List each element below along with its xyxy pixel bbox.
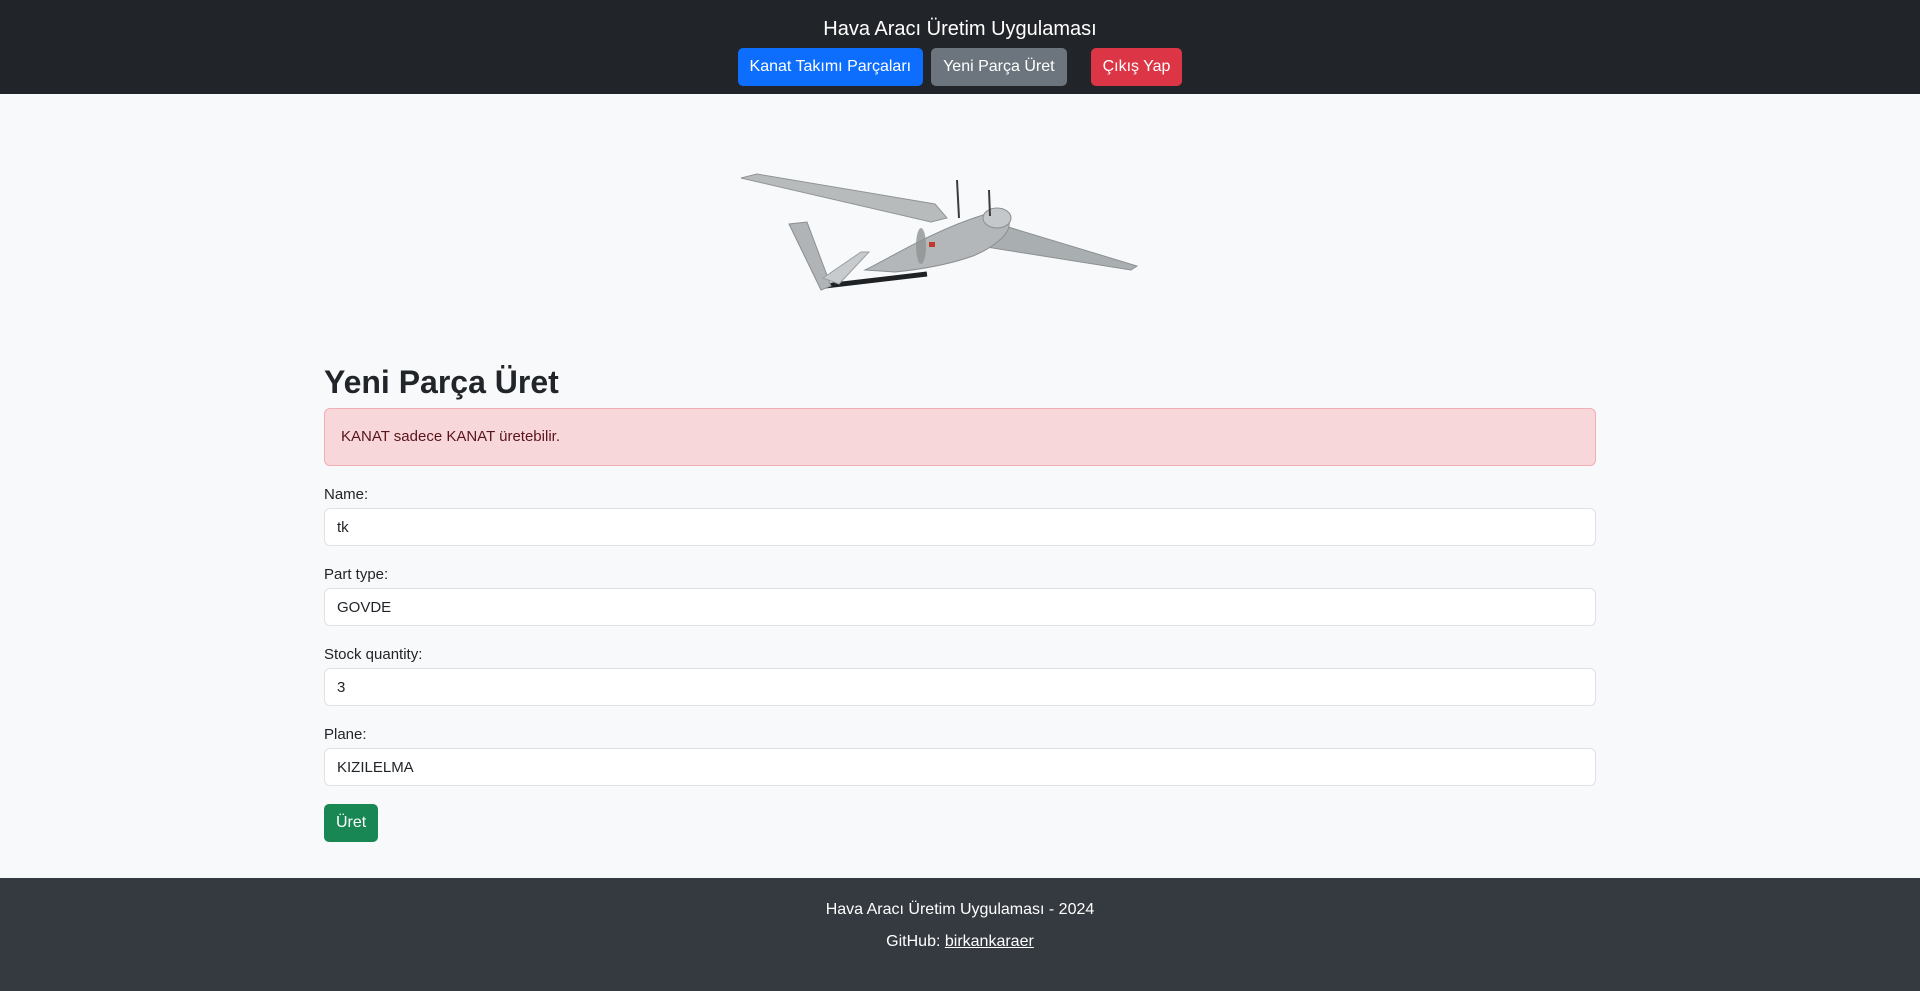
footer: Hava Aracı Üretim Uygulaması - 2024 GitH…	[0, 878, 1920, 991]
top-navbar: Hava Aracı Üretim Uygulaması Kanat Takım…	[0, 0, 1920, 94]
app-title: Hava Aracı Üretim Uygulaması	[823, 18, 1097, 40]
stock-quantity-field-group: Stock quantity:	[324, 646, 1596, 706]
new-part-button[interactable]: Yeni Parça Üret	[931, 48, 1067, 86]
parts-list-button[interactable]: Kanat Takımı Parçaları	[737, 48, 924, 86]
drone-image	[740, 173, 1139, 291]
submit-button[interactable]: Üret	[324, 804, 379, 842]
part-type-label: Part type:	[324, 566, 389, 583]
footer-copyright: Hava Aracı Üretim Uygulaması - 2024	[825, 901, 1095, 918]
plane-field-group: Plane:	[324, 726, 1596, 786]
logout-button[interactable]: Çıkış Yap	[1090, 48, 1183, 86]
name-label: Name:	[324, 486, 369, 503]
main-content: Yeni Parça Üret KANAT sadece KANAT ürete…	[324, 356, 1596, 842]
part-type-input[interactable]	[324, 588, 1596, 626]
stock-quantity-input[interactable]	[324, 668, 1596, 706]
plane-input[interactable]	[324, 748, 1596, 786]
footer-github-line: GitHub: birkankaraer	[0, 932, 1920, 952]
error-alert: KANAT sadece KANAT üretebilir.	[324, 408, 1596, 466]
plane-label: Plane:	[324, 726, 367, 743]
stock-quantity-label: Stock quantity:	[324, 646, 423, 663]
page-title: Yeni Parça Üret	[324, 364, 559, 400]
nav-buttons: Kanat Takımı Parçaları Yeni Parça Üret Ç…	[0, 48, 1920, 86]
name-field-group: Name:	[324, 486, 1596, 546]
part-type-field-group: Part type:	[324, 566, 1596, 626]
submit-wrap: Üret	[324, 804, 1596, 842]
github-link[interactable]: birkankaraer	[945, 933, 1034, 950]
name-input[interactable]	[324, 508, 1596, 546]
github-prefix: GitHub:	[886, 933, 941, 950]
